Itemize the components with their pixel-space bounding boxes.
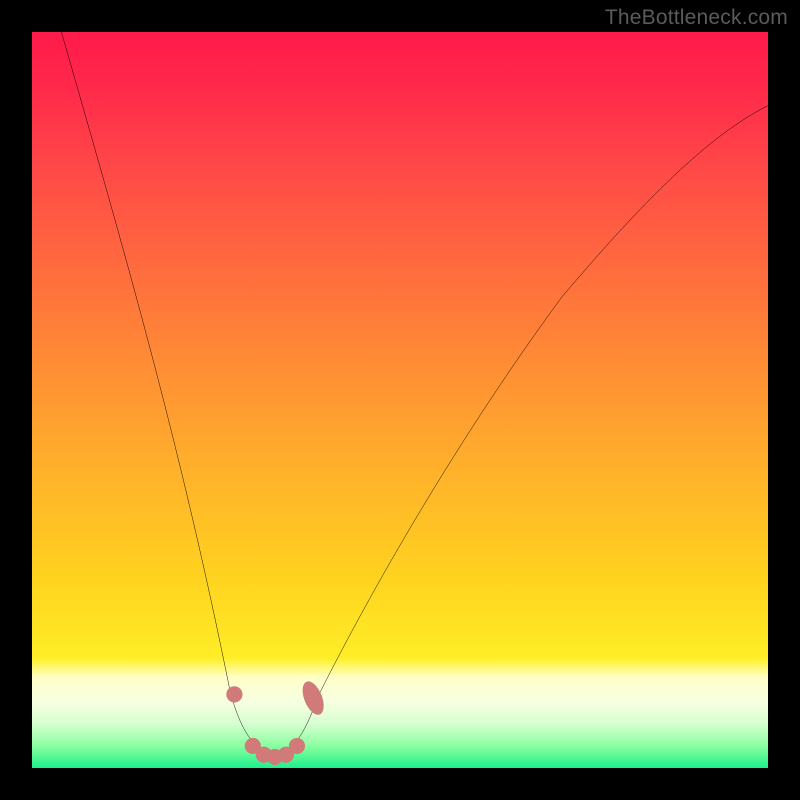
watermark-text: TheBottleneck.com xyxy=(605,6,788,30)
bottleneck-curve xyxy=(32,32,768,768)
curve-path xyxy=(61,32,768,755)
chart-frame: TheBottleneck.com xyxy=(0,0,800,800)
marker-right-blob xyxy=(298,678,328,717)
marker-left-dot xyxy=(226,686,242,702)
plot-area xyxy=(32,32,768,768)
marker-group xyxy=(226,678,328,765)
marker-floor-e xyxy=(289,738,305,754)
